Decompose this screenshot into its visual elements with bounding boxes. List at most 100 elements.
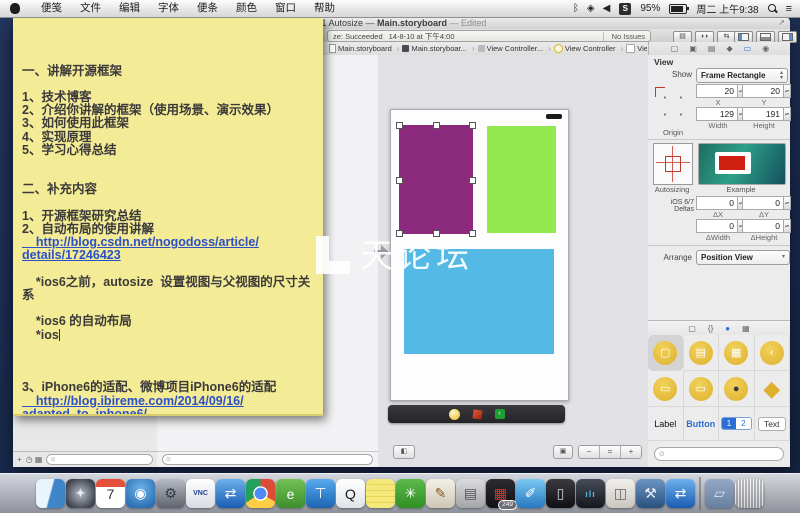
jump-bar-item[interactable]: View Controller... xyxy=(478,44,554,53)
origin-widget[interactable] xyxy=(654,86,692,126)
library-tab-icon[interactable]: {} xyxy=(708,324,713,333)
inspector-tab-icon[interactable]: ◉ xyxy=(762,44,769,53)
dock-icon[interactable]: ◉ xyxy=(126,479,155,508)
library-item[interactable]: ▦ xyxy=(719,335,755,371)
resize-handle[interactable] xyxy=(433,122,440,129)
dock-icon[interactable]: Q xyxy=(336,479,365,508)
jump-bar-item[interactable]: Main.storyboard xyxy=(329,44,402,53)
library-tab-icon[interactable]: ● xyxy=(725,324,730,333)
toggle-navigator-button[interactable] xyxy=(734,31,753,43)
inspector-tab-icon[interactable]: ▭ xyxy=(744,44,752,53)
jump-bar-item[interactable]: Main.storyboar... xyxy=(402,44,477,53)
menu-item[interactable]: 便条 xyxy=(188,0,227,17)
battery-icon[interactable] xyxy=(669,4,687,14)
dock-icon[interactable]: ılı xyxy=(576,479,605,508)
dock-icon[interactable]: ▱ xyxy=(705,479,734,508)
library-item[interactable]: ‹ xyxy=(755,335,791,371)
zoom-in-button[interactable]: + xyxy=(620,446,641,458)
first-responder-icon[interactable] xyxy=(472,409,482,419)
status-icon[interactable]: ◀ xyxy=(603,3,611,14)
dock-icon[interactable]: ✦ xyxy=(66,479,95,508)
status-icon[interactable]: ◈ xyxy=(587,3,595,14)
dy-field[interactable]: 0 xyxy=(742,196,784,210)
status-icon[interactable]: ᛒ xyxy=(573,3,579,14)
exit-segue-icon[interactable]: ‹ xyxy=(495,409,505,419)
dock-icon[interactable] xyxy=(366,479,395,508)
toggle-utilities-button[interactable] xyxy=(778,31,797,43)
dock-icon[interactable]: ▤ xyxy=(456,479,485,508)
x-field[interactable]: 20 xyxy=(696,84,738,98)
menu-clock[interactable]: 周二 上午9:38 xyxy=(696,1,758,16)
dock-icon[interactable] xyxy=(735,479,764,508)
library-item[interactable]: ▭ xyxy=(648,371,684,407)
pin-button[interactable]: ▣ xyxy=(553,445,573,459)
library-item[interactable]: ● xyxy=(719,371,755,407)
dock-icon[interactable]: ◫ xyxy=(606,479,635,508)
dock-icon[interactable] xyxy=(699,477,701,510)
menu-item[interactable]: 编辑 xyxy=(110,0,149,17)
dock-icon[interactable]: ✐ xyxy=(516,479,545,508)
dock-icon[interactable]: ✳ xyxy=(396,479,425,508)
library-item[interactable]: ◆ xyxy=(755,371,791,407)
library-button-item[interactable]: Button xyxy=(686,419,715,429)
zoom-fit-button[interactable]: = xyxy=(599,446,620,458)
width-field[interactable]: 129 xyxy=(696,107,738,121)
apple-menu-icon[interactable] xyxy=(10,3,20,14)
menu-item[interactable]: 字体 xyxy=(149,0,188,17)
dock-icon[interactable]: ⇄ xyxy=(666,479,695,508)
library-item[interactable]: ▤ xyxy=(684,335,720,371)
resize-handle[interactable] xyxy=(396,177,403,184)
sticky-note[interactable]: 一、讲解开源框架1、技术博客2、介绍你讲解的框架（使用场景、演示效果）3、如何使… xyxy=(13,18,323,416)
notification-center-icon[interactable]: ≡ xyxy=(786,3,792,15)
dock-icon[interactable]: ✎ xyxy=(426,479,455,508)
library-textfield-item[interactable]: Text xyxy=(758,417,786,431)
jump-bar-item[interactable]: View Controller xyxy=(554,44,626,53)
menu-item[interactable]: 文件 xyxy=(71,0,110,17)
menu-item[interactable]: 帮助 xyxy=(305,0,344,17)
autosizing-widget[interactable] xyxy=(653,143,693,185)
assistant-editor-button[interactable]: ◖◗ xyxy=(695,31,714,43)
dock-icon[interactable]: ⇄ xyxy=(216,479,245,508)
inspector-tab-icon[interactable]: ▣ xyxy=(689,44,697,53)
dock-icon[interactable]: ▦ 249 xyxy=(486,479,515,508)
height-field[interactable]: 191 xyxy=(742,107,784,121)
library-item[interactable]: ▭ xyxy=(684,371,720,407)
dwidth-field[interactable]: 0 xyxy=(696,219,738,233)
view-controller-icon[interactable] xyxy=(449,409,460,420)
input-method-icon[interactable]: S xyxy=(619,3,631,15)
library-tab-icon[interactable]: ▦ xyxy=(742,324,750,333)
library-segmented-item[interactable]: 1 2 xyxy=(721,417,752,430)
inspector-tab-icon[interactable]: ▢ xyxy=(671,44,679,53)
library-search-field[interactable]: ⊙ xyxy=(654,447,784,461)
inspector-tab-icon[interactable]: ▤ xyxy=(708,44,716,53)
navigator-filter-icons[interactable]: ◷ ▦ xyxy=(26,455,43,464)
y-stepper[interactable]: ▴▾ xyxy=(784,84,791,98)
dock-icon[interactable]: ⚒ xyxy=(636,479,665,508)
inspector-tab-icon[interactable]: ◆ xyxy=(726,44,732,53)
dock-icon[interactable]: ⊤ xyxy=(306,479,335,508)
height-stepper[interactable]: ▴▾ xyxy=(784,107,791,121)
purple-subview[interactable] xyxy=(399,125,473,234)
library-label-item[interactable]: Label xyxy=(654,419,676,429)
navigator-filter-field[interactable]: ⊙ xyxy=(46,454,153,465)
dx-field[interactable]: 0 xyxy=(696,196,738,210)
zoom-out-button[interactable]: − xyxy=(579,446,599,458)
menu-item[interactable]: 颜色 xyxy=(227,0,266,17)
outline-filter-field[interactable]: ⊙ xyxy=(162,454,373,465)
dock-icon[interactable]: ▯ xyxy=(546,479,575,508)
show-dropdown[interactable]: Frame Rectangle▴▾ xyxy=(696,68,788,83)
resize-handle[interactable] xyxy=(469,177,476,184)
library-item[interactable]: ▢ xyxy=(648,335,684,371)
resize-handle[interactable] xyxy=(396,122,403,129)
outline-toggle-button[interactable]: ◧ xyxy=(393,445,415,459)
spotlight-icon[interactable] xyxy=(768,4,777,13)
menu-item[interactable]: 窗口 xyxy=(266,0,305,17)
library-tab-icon[interactable]: ▢ xyxy=(688,324,696,333)
dheight-field[interactable]: 0 xyxy=(742,219,784,233)
dock-icon[interactable] xyxy=(246,479,275,508)
fullscreen-arrow-icon[interactable]: ↗ xyxy=(778,17,785,29)
dock-icon[interactable]: ⚙ xyxy=(156,479,185,508)
dock-icon[interactable]: e xyxy=(276,479,305,508)
y-field[interactable]: 20 xyxy=(742,84,784,98)
resize-handle[interactable] xyxy=(469,122,476,129)
